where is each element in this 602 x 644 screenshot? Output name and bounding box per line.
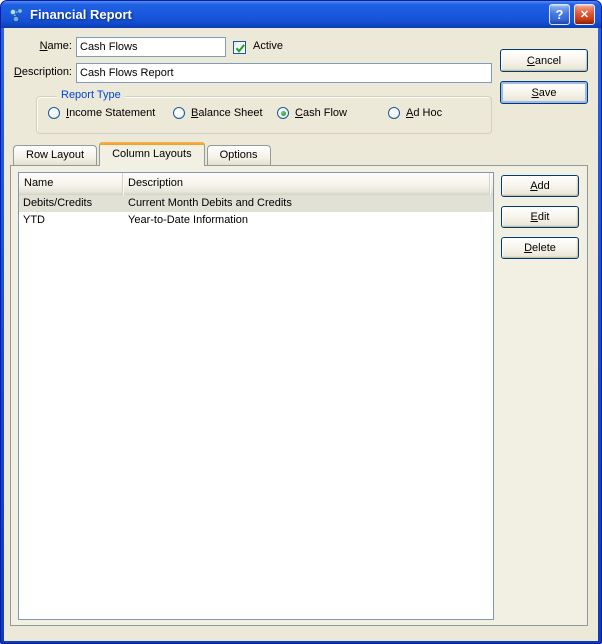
radio-label-rest: ncome Statement [69,107,156,119]
save-label-accesskey: S [531,86,539,99]
edit-button[interactable]: Edit [501,206,579,228]
edit-label-accesskey: E [530,211,538,223]
radio-circle-icon [277,107,289,119]
tab-strip: Row Layout Column Layouts Options [13,142,273,166]
table-row[interactable]: YTD Year-to-Date Information [19,212,493,229]
active-checkbox[interactable] [233,41,246,54]
window-title: Financial Report [30,7,132,22]
help-button[interactable]: ? [549,4,570,25]
radio-label-accesskey: C [295,107,303,119]
tab-label: Column Layouts [112,148,192,160]
row-description-cell: Year-to-Date Information [128,214,249,226]
financial-report-dialog: Financial Report ? ✕ Name: Active Descri… [0,0,602,644]
radio-label-rest: ash Flow [302,107,347,119]
radio-label-rest: alance Sheet [198,107,263,119]
save-label-rest: ave [538,86,557,99]
radio-circle-icon [388,107,400,119]
report-type-groupbox: Report Type Income Statement Balance She… [36,89,492,134]
radio-balance-sheet-label: Balance Sheet [191,107,263,119]
name-label: Name: [4,40,72,52]
cancel-label-accesskey: C [526,54,535,67]
column-header-name[interactable]: Name [19,173,123,195]
description-label-accesskey: D [13,66,22,78]
description-input[interactable] [76,63,492,83]
radio-income-statement-label: Income Statement [66,107,155,119]
add-label-accesskey: A [530,180,538,192]
radio-ad-hoc-label: Ad Hoc [406,107,442,119]
name-input[interactable] [76,37,226,57]
radio-cash-flow-label: Cash Flow [295,107,347,119]
radio-cash-flow[interactable]: Cash Flow [277,107,347,119]
column-layouts-panel: Name Description Debits/Credits Current … [10,165,588,626]
tab-label: Options [219,149,258,161]
radio-label-rest: d Hoc [413,107,443,119]
radio-ad-hoc[interactable]: Ad Hoc [388,107,442,119]
report-type-legend: Report Type [57,89,125,101]
table-row[interactable]: Debits/Credits Current Month Debits and … [19,195,493,212]
close-button[interactable]: ✕ [574,4,595,25]
description-label-rest: escription: [21,66,72,78]
add-label-rest: dd [537,180,550,192]
radio-balance-sheet[interactable]: Balance Sheet [173,107,263,119]
row-name-cell: YTD [23,214,45,226]
radio-income-statement[interactable]: Income Statement [48,107,155,119]
column-header-description[interactable]: Description [123,173,490,195]
tab-label: Row Layout [26,149,85,161]
row-description-cell: Current Month Debits and Credits [128,197,292,209]
delete-button[interactable]: Delete [501,237,579,259]
radio-circle-icon [173,107,185,119]
cancel-button[interactable]: Cancel [500,49,588,72]
checkmark-icon [235,44,246,53]
radio-circle-icon [48,107,60,119]
help-icon: ? [555,7,564,22]
cancel-label-rest: ancel [534,54,562,67]
add-button[interactable]: Add [501,175,579,197]
active-checkbox-label: Active [253,40,283,52]
name-label-rest: ame: [47,40,72,52]
delete-label-accesskey: D [524,242,533,254]
save-button[interactable]: Save [500,81,588,104]
tab-row-layout[interactable]: Row Layout [13,145,98,165]
column-layouts-list[interactable]: Name Description Debits/Credits Current … [18,172,494,620]
app-icon [9,7,23,22]
edit-label-rest: dit [537,211,550,223]
row-name-cell: Debits/Credits [23,197,93,209]
tab-column-layouts[interactable]: Column Layouts [99,142,205,166]
tab-options[interactable]: Options [206,145,271,165]
name-label-accesskey: N [39,40,48,52]
dialog-body: Name: Active Description: Cancel Save Re… [4,28,598,641]
title-bar[interactable]: Financial Report ? ✕ [1,1,601,28]
description-label: Description: [4,66,72,78]
delete-label-rest: elete [532,242,556,254]
list-header: Name Description [19,173,493,195]
close-icon: ✕ [579,9,590,21]
